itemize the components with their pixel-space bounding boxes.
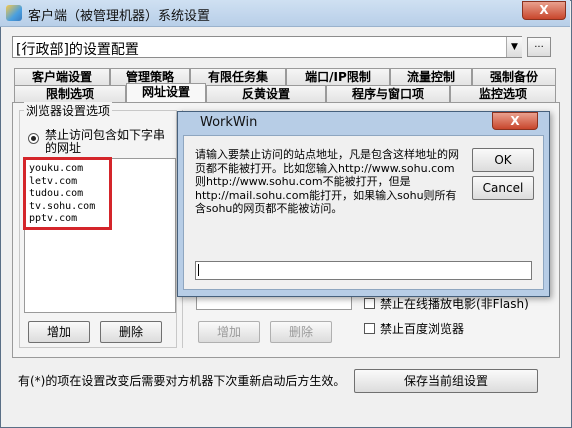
add-url-button[interactable]: 增加 bbox=[28, 321, 90, 343]
dialog-prompt: 请输入要禁止访问的站点地址，凡是包含这样地址的网页都不能被打开。比如您输入htt… bbox=[195, 148, 459, 215]
block-urls-label: 禁止访问包含如下字串的网址 bbox=[45, 128, 166, 155]
dialog-close-button[interactable]: X bbox=[492, 112, 538, 130]
url-input[interactable] bbox=[195, 261, 532, 280]
block-online-movie-label: 禁止在线播放电影(非Flash) bbox=[380, 297, 529, 311]
group-legend: 浏览器设置选项 bbox=[24, 102, 113, 119]
window-title: 客户端（被管理机器）系统设置 bbox=[28, 9, 211, 24]
tab-client-settings[interactable]: 客户端设置 bbox=[14, 68, 110, 86]
save-group-settings-button[interactable]: 保存当前组设置 bbox=[354, 369, 538, 393]
tab-port-ip-limit[interactable]: 端口/IP限制 bbox=[286, 68, 390, 86]
block-baidu-browser-label: 禁止百度浏览器 bbox=[380, 322, 465, 336]
app-icon bbox=[6, 5, 22, 21]
add-button-disabled[interactable]: 增加 bbox=[198, 321, 260, 343]
ok-button[interactable]: OK bbox=[472, 148, 534, 172]
block-baidu-browser-checkbox[interactable] bbox=[364, 323, 375, 334]
tab-restriction-options[interactable]: 限制选项 bbox=[14, 85, 126, 103]
tab-programs-windows[interactable]: 程序与窗口项 bbox=[326, 85, 450, 103]
delete-button-disabled[interactable]: 删除 bbox=[270, 321, 332, 343]
config-select-value: [行政部]的设置配置 bbox=[16, 42, 139, 58]
config-select[interactable]: [行政部]的设置配置 bbox=[12, 36, 522, 58]
chevron-down-icon[interactable]: ▼ bbox=[506, 37, 522, 57]
annotation-highlight-box bbox=[23, 157, 112, 230]
restart-note: 有(*)的项在设置改变后需要对方机器下次重新启动后方生效。 bbox=[18, 374, 346, 388]
more-button[interactable]: ... bbox=[527, 37, 551, 57]
tab-anti-porn[interactable]: 反黄设置 bbox=[206, 85, 326, 103]
text-caret bbox=[198, 264, 199, 276]
close-button[interactable]: X bbox=[522, 1, 566, 20]
delete-url-button[interactable]: 删除 bbox=[100, 321, 162, 343]
cancel-button[interactable]: Cancel bbox=[472, 176, 534, 200]
dialog-title: WorkWin bbox=[200, 115, 258, 130]
tab-forced-backup[interactable]: 强制备份 bbox=[472, 68, 556, 86]
tab-url-settings[interactable]: 网址设置 bbox=[126, 83, 206, 103]
block-online-movie-checkbox[interactable] bbox=[364, 298, 375, 309]
tab-monitor-options[interactable]: 监控选项 bbox=[450, 85, 556, 103]
block-urls-radio[interactable] bbox=[28, 133, 39, 144]
tab-traffic-control[interactable]: 流量控制 bbox=[390, 68, 472, 86]
